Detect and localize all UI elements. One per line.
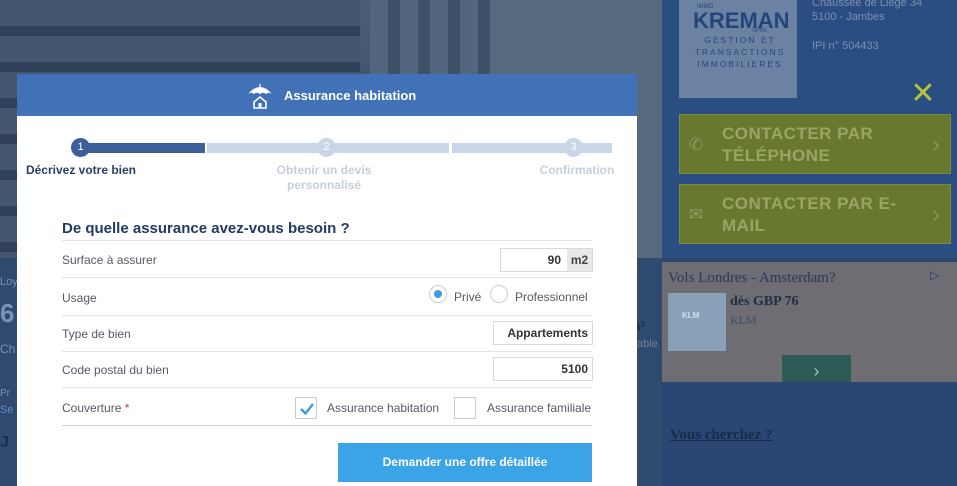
row-divider: [62, 351, 592, 352]
step-1-label: Décrivez votre bien: [25, 163, 137, 177]
usage-prive-radio[interactable]: [429, 285, 447, 303]
contact-phone-button[interactable]: ✆ CONTACTER PAR TÉLÉPHONE ›: [679, 114, 951, 174]
vous-cherchez-link[interactable]: Vous cherchez ?: [670, 427, 773, 444]
ad-image[interactable]: KLM: [668, 293, 726, 351]
agency-city: 5100 - Jambes: [812, 11, 885, 23]
surface-unit: m2: [567, 249, 592, 271]
close-icon[interactable]: ✕: [909, 79, 937, 109]
surface-input[interactable]: 90 m2: [500, 248, 593, 272]
surface-value[interactable]: 90: [501, 249, 567, 271]
modal-header: Assurance habitation: [17, 74, 637, 116]
listing-link-fragment[interactable]: Se: [0, 404, 13, 416]
row-divider: [62, 425, 592, 426]
step-progress-bar: [452, 143, 612, 153]
section-title: De quelle assurance avez-vous besoin ?: [62, 220, 350, 237]
agency-logo-name: KREMAN: [693, 8, 790, 33]
ad-price[interactable]: dès GBP 76: [730, 294, 798, 310]
contact-email-label: CONTACTER PAR E-MAIL: [722, 194, 897, 235]
checkmark-icon: [300, 403, 314, 416]
usage-prive-label[interactable]: Privé: [454, 290, 481, 304]
step-1-indicator: 1: [71, 138, 90, 157]
row-divider: [62, 277, 592, 278]
ad-image-text: KLM: [682, 311, 700, 320]
step-3-label: Confirmation: [539, 163, 615, 177]
ad-choices-icon[interactable]: ▷: [930, 268, 939, 282]
phone-icon: ✆: [688, 135, 704, 154]
type-bien-select[interactable]: Appartements: [493, 321, 593, 345]
usage-label: Usage: [62, 291, 97, 305]
contact-email-button[interactable]: ✉ CONTACTER PAR E-MAIL ›: [679, 184, 951, 244]
couverture-habitation-label[interactable]: Assurance habitation: [327, 401, 439, 415]
listing-text-fragment: J: [0, 434, 9, 451]
row-divider: [62, 315, 592, 316]
usage-professionnel-label[interactable]: Professionnel: [515, 290, 588, 304]
couverture-label: Couverture *: [62, 401, 129, 415]
couverture-familiale-label[interactable]: Assurance familiale: [487, 401, 591, 415]
agency-address: Chaussée de Liège 34: [812, 0, 923, 9]
row-divider: [62, 387, 592, 388]
couverture-label-text: Couverture: [62, 401, 122, 415]
step-3-indicator: 3: [564, 138, 583, 157]
ad-title[interactable]: Vols Londres - Amsterdam?: [668, 270, 836, 287]
chevron-right-icon: ›: [932, 201, 940, 228]
ad-brand: KLM: [730, 313, 757, 327]
surface-label: Surface à assurer: [62, 253, 157, 267]
submit-offer-button[interactable]: Demander une offre détaillée: [338, 443, 592, 482]
type-bien-label: Type de bien: [62, 327, 131, 341]
umbrella-house-icon: [248, 84, 272, 109]
code-postal-label: Code postal du bien: [62, 363, 169, 377]
required-marker: *: [124, 401, 130, 415]
agency-logo-tagline: GESTION ET TRANSACTIONS IMMOBILIERES: [694, 35, 786, 69]
code-postal-input[interactable]: 5100: [493, 357, 593, 381]
step-2-indicator: 2: [317, 138, 336, 157]
step-progress-bar: [78, 143, 205, 153]
listing-text-fragment: Loy: [0, 276, 18, 288]
modal-title: Assurance habitation: [284, 88, 417, 103]
agency-ipi: IPI n° 504433: [812, 40, 879, 52]
listing-text-fragment: able: [637, 338, 658, 350]
insurance-modal: Assurance habitation 1 2 3 Décrivez votr…: [17, 74, 637, 486]
listing-text-fragment: Pr: [0, 388, 10, 399]
envelope-icon: ✉: [688, 205, 704, 224]
listing-price-fragment: 6: [0, 298, 15, 328]
row-divider: [62, 240, 592, 241]
usage-professionnel-radio[interactable]: [490, 285, 508, 303]
couverture-familiale-checkbox[interactable]: [454, 397, 476, 419]
contact-phone-label: CONTACTER PAR TÉLÉPHONE: [722, 124, 874, 165]
couverture-habitation-checkbox[interactable]: [295, 397, 317, 419]
step-2-label: Obtenir un devis personnalisé: [276, 163, 372, 192]
listing-text-fragment: Ch: [0, 342, 16, 356]
chevron-right-icon: ›: [932, 131, 940, 158]
